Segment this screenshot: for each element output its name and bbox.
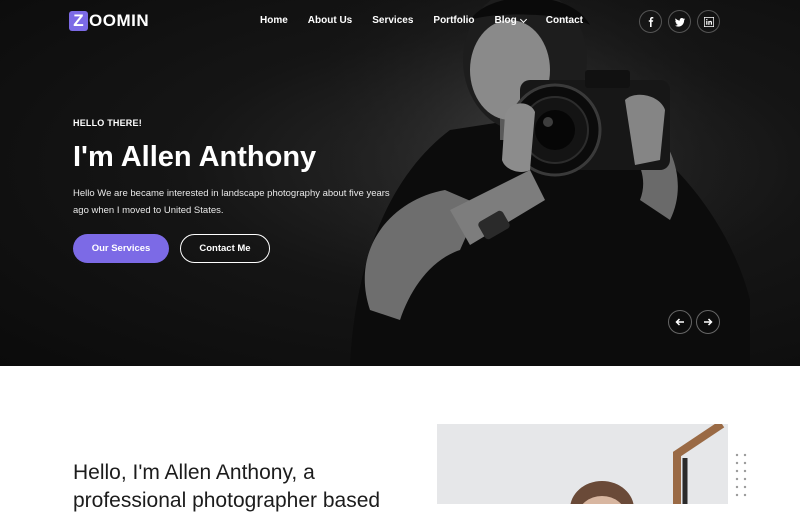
- facebook-icon[interactable]: [639, 10, 662, 33]
- brand-logo[interactable]: Z OOMIN: [69, 11, 149, 31]
- hero-title: I'm Allen Anthony: [73, 141, 317, 173]
- social-links: [639, 10, 726, 33]
- logo-mark: Z: [69, 11, 88, 31]
- decorative-dots: [733, 451, 749, 501]
- logo-text: OOMIN: [89, 11, 150, 30]
- linkedin-icon[interactable]: [697, 10, 720, 33]
- about-heading-line-1: Hello, I'm Allen Anthony, a: [73, 461, 315, 484]
- about-portrait-image: [437, 424, 728, 504]
- about-section: Hello, I'm Allen Anthony, a professional…: [0, 366, 800, 512]
- main-menu: Home About Us Services Portfolio Blog Co…: [260, 15, 603, 26]
- chevron-down-icon: [519, 15, 527, 23]
- nav-home[interactable]: Home: [260, 15, 288, 26]
- nav-contact[interactable]: Contact: [546, 15, 583, 26]
- top-navbar: Z OOMIN Home About Us Services Portfolio…: [0, 0, 800, 44]
- nav-services[interactable]: Services: [372, 15, 413, 26]
- our-services-button[interactable]: Our Services: [73, 234, 169, 263]
- nav-about-us[interactable]: About Us: [308, 15, 352, 26]
- hero-description: Hello We are became interested in landsc…: [73, 188, 390, 216]
- nav-portfolio[interactable]: Portfolio: [433, 15, 474, 26]
- twitter-icon[interactable]: [668, 10, 691, 33]
- slider-controls: [668, 310, 724, 334]
- arrow-left-icon[interactable]: [668, 310, 692, 334]
- about-heading: Hello, I'm Allen Anthony, a professional…: [73, 459, 403, 515]
- hero-section: Z OOMIN Home About Us Services Portfolio…: [0, 0, 800, 366]
- arrow-right-icon[interactable]: [696, 310, 720, 334]
- contact-me-button[interactable]: Contact Me: [180, 234, 270, 263]
- hero-greeting: HELLO THERE!: [73, 118, 142, 128]
- nav-blog[interactable]: Blog: [494, 15, 527, 26]
- nav-blog-label: Blog: [494, 15, 517, 26]
- about-heading-line-2: professional photographer based: [73, 489, 381, 512]
